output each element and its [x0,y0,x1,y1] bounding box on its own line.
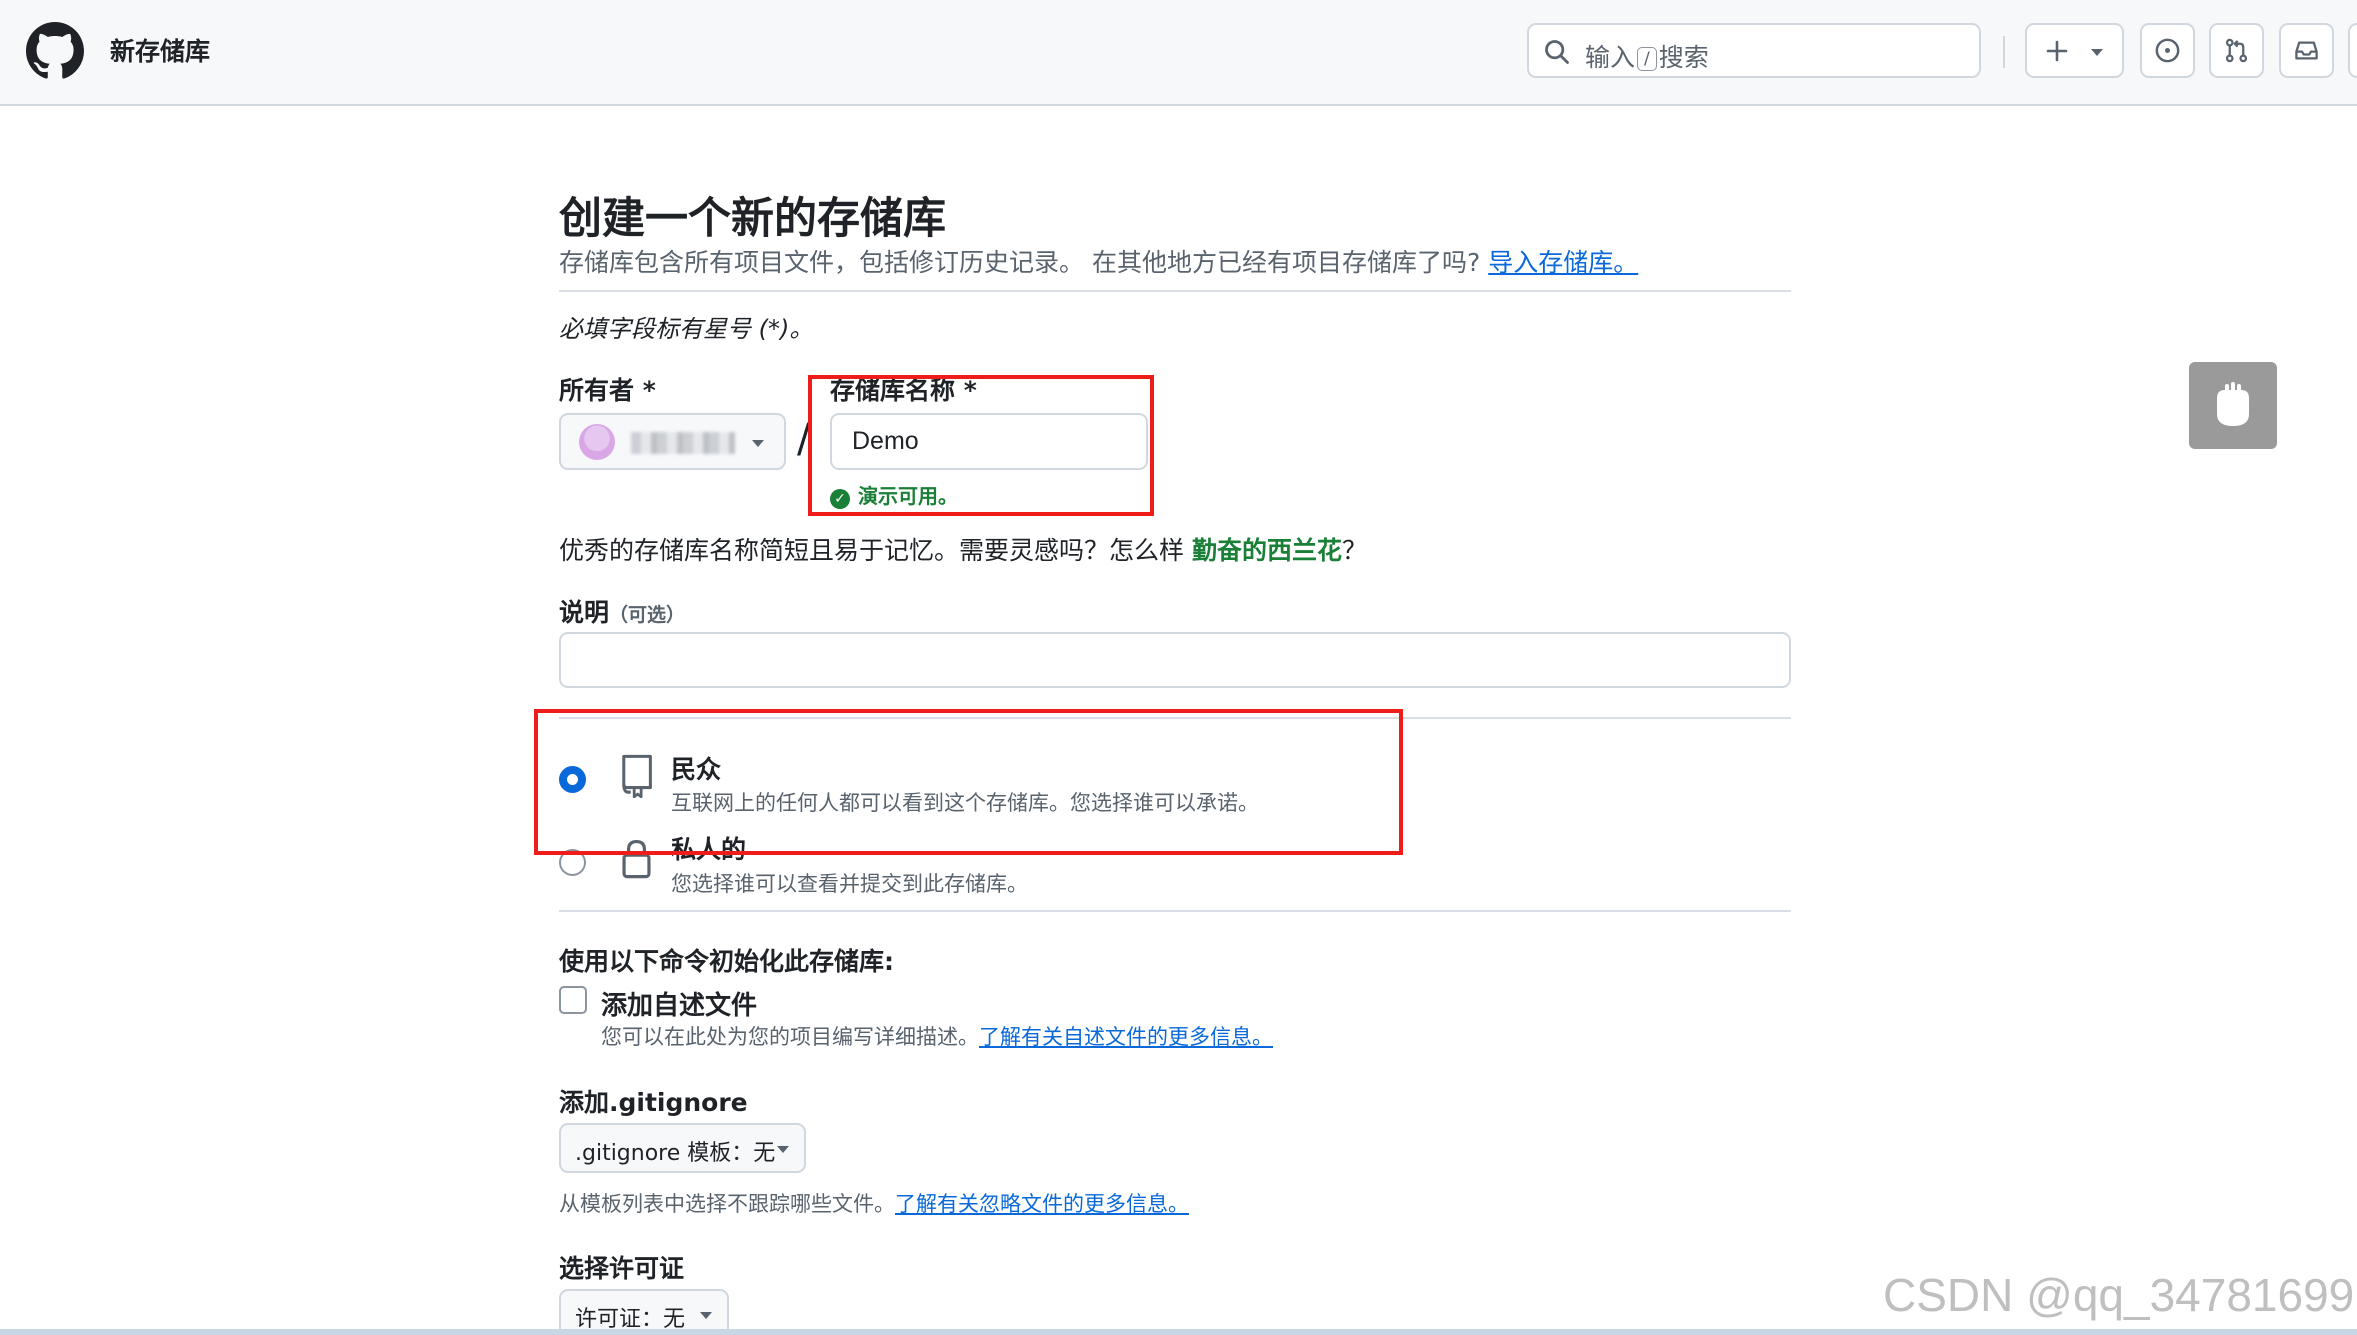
search-placeholder: 输入 / 搜索 [1585,43,1709,72]
gitignore-label: 添加.gitignore [559,1088,748,1117]
divider [559,290,1791,292]
floating-widget-button[interactable] [2189,362,2277,449]
header-divider [2003,36,2005,68]
owner-avatar [579,424,615,460]
add-readme-description: 您可以在此处为您的项目编写详细描述。了解有关自述文件的更多信息。 [601,1025,1273,1049]
create-new-button[interactable] [2025,23,2124,78]
initialize-label: 使用以下命令初始化此存储库: [559,947,894,976]
github-logo-icon[interactable] [26,22,84,80]
add-readme-title: 添加自述文件 [601,991,758,1021]
chevron-down-icon [777,1146,789,1153]
gitignore-learn-more-link[interactable]: 了解有关忽略文件的更多信息。 [895,1192,1189,1216]
add-readme-checkbox[interactable] [559,986,587,1014]
pull-requests-button[interactable] [2209,23,2264,78]
gitignore-template-select[interactable]: .gitignore 模板：无 [559,1123,806,1173]
issue-icon [2155,38,2180,63]
user-avatar-button[interactable] [2348,23,2357,78]
description-input[interactable] [559,632,1791,688]
app-header: 新存储库 输入 / 搜索 [0,0,2357,106]
plus-icon [2046,40,2068,62]
search-shortcut-key: / [1637,47,1657,71]
bottom-edge-bar [0,1329,2357,1335]
chevron-down-icon [752,440,764,447]
owner-name-redacted [631,432,735,454]
issues-button[interactable] [2140,23,2195,78]
owner-select[interactable] [559,413,786,470]
readme-learn-more-link[interactable]: 了解有关自述文件的更多信息。 [979,1025,1273,1049]
required-fields-note: 必填字段标有星号 (*)。 [559,315,814,343]
inbox-button[interactable] [2279,23,2334,78]
suggested-name[interactable]: 勤奋的西兰花 [1192,536,1342,565]
license-label: 选择许可证 [559,1254,685,1283]
page-subtitle: 存储库包含所有项目文件，包括修订历史记录。 在其他地方已经有项目存储库了吗? 导… [559,248,1639,277]
chevron-down-icon [700,1312,712,1319]
annotation-box-repo-name [808,375,1154,516]
private-description: 您选择谁可以查看并提交到此存储库。 [671,872,1028,896]
search-icon [1545,40,1569,64]
search-input[interactable]: 输入 / 搜索 [1527,23,1981,78]
csdn-watermark: CSDN @qq_34781699 [1883,1269,2355,1321]
hand-icon [2217,382,2249,426]
chevron-down-icon [2091,49,2103,56]
naming-hint: 优秀的存储库名称简短且易于记忆。需要灵感吗？怎么样 勤奋的西兰花？ [559,536,1367,565]
page-title: 创建一个新的存储库 [559,194,946,244]
owner-label: 所有者 * [559,376,656,405]
annotation-box-visibility [534,709,1403,855]
new-repository-form: 创建一个新的存储库 存储库包含所有项目文件，包括修订历史记录。 在其他地方已经有… [0,106,2357,1335]
description-label: 说明（可选） [559,598,686,627]
header-title: 新存储库 [110,37,211,66]
optional-tag: （可选） [609,604,686,626]
gitignore-note: 从模板列表中选择不跟踪哪些文件。了解有关忽略文件的更多信息。 [559,1192,1189,1216]
pull-request-icon [2225,38,2248,63]
import-repository-link[interactable]: 导入存储库。 [1488,248,1638,277]
inbox-icon [2295,41,2318,60]
divider [559,910,1791,912]
